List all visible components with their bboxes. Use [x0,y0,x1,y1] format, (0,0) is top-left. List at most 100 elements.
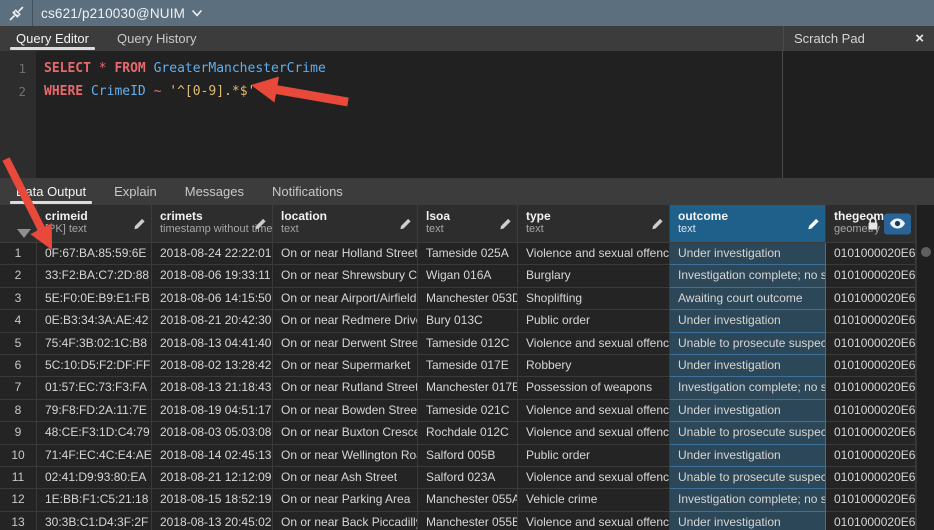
cell-location[interactable]: On or near Redmere Drive [273,310,418,332]
cell-outcome[interactable]: Under investigation [670,310,826,332]
cell-thegeom[interactable]: 0101000020E6100 [826,467,916,489]
cell-outcome[interactable]: Under investigation [670,355,826,377]
cell-lsoa[interactable]: Tameside 021C [418,400,518,422]
cell-outcome[interactable]: Investigation complete; no s... [670,489,826,511]
column-header-thegeom[interactable]: thegeomgeometry [826,205,916,242]
column-header-crimeid[interactable]: crimeid[PK] text [37,205,152,242]
cell-lsoa[interactable]: Wigan 016A [418,265,518,287]
cell-type[interactable]: Robbery [518,355,670,377]
select-all-corner[interactable] [0,205,37,242]
cell-crimets[interactable]: 2018-08-03 05:03:08 [152,422,273,444]
cell-thegeom[interactable]: 0101000020E6100 [826,310,916,332]
cell-lsoa[interactable]: Rochdale 012C [418,422,518,444]
cell-crimets[interactable]: 2018-08-13 21:18:43 [152,377,273,399]
cell-thegeom[interactable]: 0101000020E6100 [826,445,916,467]
row-number[interactable]: 3 [0,288,37,310]
cell-type[interactable]: Vehicle crime [518,489,670,511]
cell-outcome[interactable]: Under investigation [670,243,826,265]
cell-crimets[interactable]: 2018-08-06 19:33:11 [152,265,273,287]
cell-location[interactable]: On or near Rutland Street [273,377,418,399]
cell-lsoa[interactable]: Manchester 017E [418,377,518,399]
tab-messages[interactable]: Messages [173,178,256,205]
close-icon[interactable]: × [915,30,924,47]
cell-lsoa[interactable]: Tameside 017E [418,355,518,377]
cell-crimeid[interactable]: 48:CE:F3:1D:C4:79 [37,422,152,444]
cell-outcome[interactable]: Under investigation [670,512,826,530]
panel-divider[interactable] [782,51,783,178]
cell-thegeom[interactable]: 0101000020E6100 [826,400,916,422]
cell-outcome[interactable]: Under investigation [670,400,826,422]
row-number[interactable]: 5 [0,333,37,355]
cell-outcome[interactable]: Unable to prosecute suspect [670,333,826,355]
cell-type[interactable]: Public order [518,310,670,332]
cell-lsoa[interactable]: Manchester 055B [418,512,518,530]
cell-location[interactable]: On or near Shrewsbury Close [273,265,418,287]
cell-outcome[interactable]: Under investigation [670,445,826,467]
cell-location[interactable]: On or near Holland Street [273,243,418,265]
cell-crimeid[interactable]: 01:57:EC:73:F3:FA [37,377,152,399]
cell-crimets[interactable]: 2018-08-21 20:42:30 [152,310,273,332]
cell-lsoa[interactable]: Manchester 055A [418,489,518,511]
cell-thegeom[interactable]: 0101000020E6100 [826,355,916,377]
cell-crimeid[interactable]: 30:3B:C1:D4:3F:2F [37,512,152,530]
row-number[interactable]: 7 [0,377,37,399]
column-header-outcome[interactable]: outcometext [670,205,826,242]
cell-outcome[interactable]: Awaiting court outcome [670,288,826,310]
cell-lsoa[interactable]: Tameside 025A [418,243,518,265]
tab-explain[interactable]: Explain [102,178,169,205]
cell-crimets[interactable]: 2018-08-06 14:15:50 [152,288,273,310]
cell-crimets[interactable]: 2018-08-14 02:45:13 [152,445,273,467]
cell-crimets[interactable]: 2018-08-02 13:28:42 [152,355,273,377]
cell-type[interactable]: Violence and sexual offences [518,467,670,489]
cell-thegeom[interactable]: 0101000020E6100 [826,243,916,265]
row-number[interactable]: 11 [0,467,37,489]
cell-lsoa[interactable]: Bury 013C [418,310,518,332]
cell-type[interactable]: Violence and sexual offences [518,422,670,444]
cell-crimeid[interactable]: 1E:BB:F1:C5:21:18 [37,489,152,511]
cell-location[interactable]: On or near Supermarket [273,355,418,377]
cell-crimeid[interactable]: 79:F8:FD:2A:11:7E [37,400,152,422]
cell-type[interactable]: Public order [518,445,670,467]
cell-crimets[interactable]: 2018-08-24 22:22:01 [152,243,273,265]
cell-type[interactable]: Violence and sexual offences [518,400,670,422]
cell-type[interactable]: Possession of weapons [518,377,670,399]
cell-thegeom[interactable]: 0101000020E6100 [826,512,916,530]
row-number[interactable]: 6 [0,355,37,377]
cell-crimeid[interactable]: 5E:F0:0E:B9:E1:FB [37,288,152,310]
cell-type[interactable]: Shoplifting [518,288,670,310]
cell-crimeid[interactable]: 0F:67:BA:85:59:6E [37,243,152,265]
cell-location[interactable]: On or near Buxton Crescent [273,422,418,444]
row-number[interactable]: 1 [0,243,37,265]
cell-thegeom[interactable]: 0101000020E6100 [826,489,916,511]
cell-type[interactable]: Violence and sexual offences [518,512,670,530]
cell-lsoa[interactable]: Salford 023A [418,467,518,489]
row-number[interactable]: 9 [0,422,37,444]
row-number[interactable]: 10 [0,445,37,467]
cell-outcome[interactable]: Investigation complete; no s... [670,377,826,399]
row-number[interactable]: 8 [0,400,37,422]
cell-lsoa[interactable]: Tameside 012C [418,333,518,355]
cell-location[interactable]: On or near Ash Street [273,467,418,489]
cell-outcome[interactable]: Investigation complete; no s... [670,265,826,287]
view-geometry-button[interactable] [884,213,911,234]
tab-query-history[interactable]: Query History [105,26,208,51]
cell-crimeid[interactable]: 75:4F:3B:02:1C:B8 [37,333,152,355]
row-number[interactable]: 2 [0,265,37,287]
cell-crimets[interactable]: 2018-08-15 18:52:19 [152,489,273,511]
cell-thegeom[interactable]: 0101000020E6100 [826,422,916,444]
cell-location[interactable]: On or near Derwent Street [273,333,418,355]
cell-outcome[interactable]: Unable to prosecute suspect [670,467,826,489]
cell-type[interactable]: Burglary [518,265,670,287]
cell-thegeom[interactable]: 0101000020E6100 [826,288,916,310]
cell-location[interactable]: On or near Back Piccadilly [273,512,418,530]
cell-crimets[interactable]: 2018-08-13 20:45:02 [152,512,273,530]
cell-outcome[interactable]: Unable to prosecute suspect [670,422,826,444]
row-number[interactable]: 4 [0,310,37,332]
cell-location[interactable]: On or near Airport/Airfield [273,288,418,310]
tab-query-editor[interactable]: Query Editor [4,26,101,51]
scratchpad-textarea[interactable] [784,51,934,178]
cell-crimets[interactable]: 2018-08-21 12:12:09 [152,467,273,489]
column-header-lsoa[interactable]: lsoatext [418,205,518,242]
cell-location[interactable]: On or near Bowden Street [273,400,418,422]
column-header-crimets[interactable]: crimetstimestamp without time [152,205,273,242]
